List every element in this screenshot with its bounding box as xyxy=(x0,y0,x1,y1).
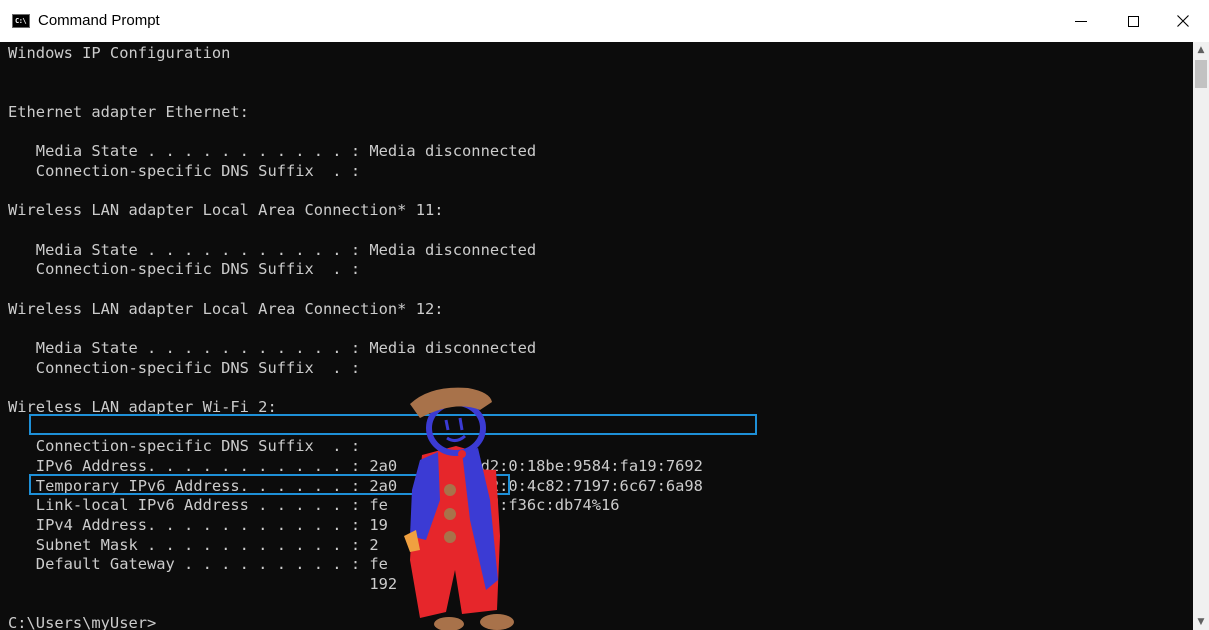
command-prompt-window: C:\ Command Prompt Windows IP Configurat… xyxy=(0,0,1209,630)
scroll-thumb[interactable] xyxy=(1195,60,1207,88)
scroll-up-arrow-icon[interactable]: ▲ xyxy=(1193,42,1209,58)
doodle-figure-drawing xyxy=(404,387,514,630)
scroll-down-arrow-icon[interactable]: ▼ xyxy=(1193,614,1209,630)
doodle-button-3 xyxy=(444,531,456,543)
doodle-button-1 xyxy=(444,484,456,496)
doodle-collar xyxy=(458,450,466,458)
vertical-scrollbar[interactable]: ▲ ▼ xyxy=(1193,42,1209,630)
doodle-button-2 xyxy=(444,508,456,520)
scroll-down-glyph: ▼ xyxy=(1197,617,1205,627)
doodle-right-foot xyxy=(480,614,514,630)
doodle-left-foot xyxy=(434,617,464,630)
doodle-face xyxy=(444,417,466,443)
scroll-up-glyph: ▲ xyxy=(1197,45,1205,55)
